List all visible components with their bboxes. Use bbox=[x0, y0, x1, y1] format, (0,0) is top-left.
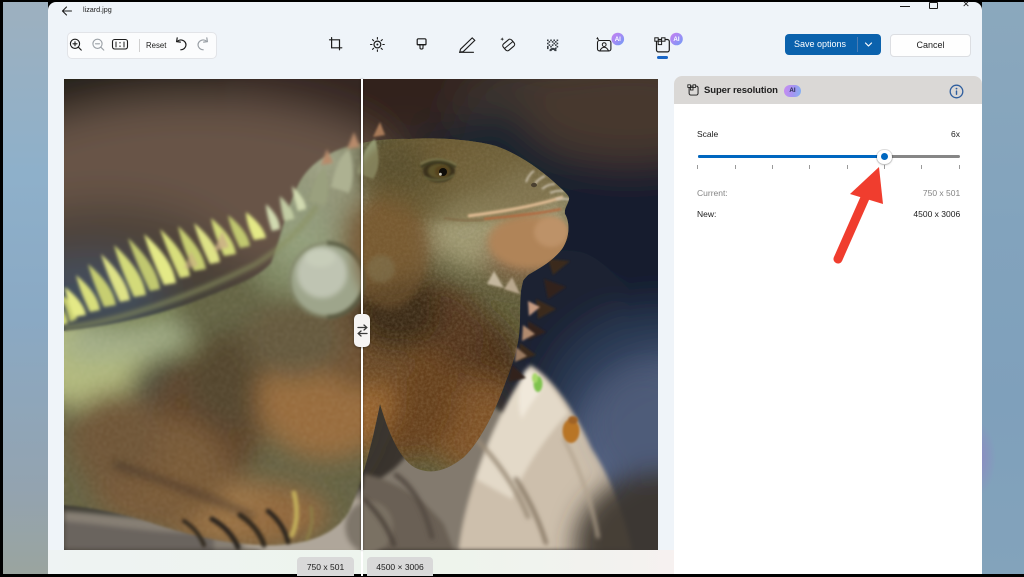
svg-text:AI: AI bbox=[615, 36, 621, 43]
svg-text:AI: AI bbox=[673, 36, 679, 43]
